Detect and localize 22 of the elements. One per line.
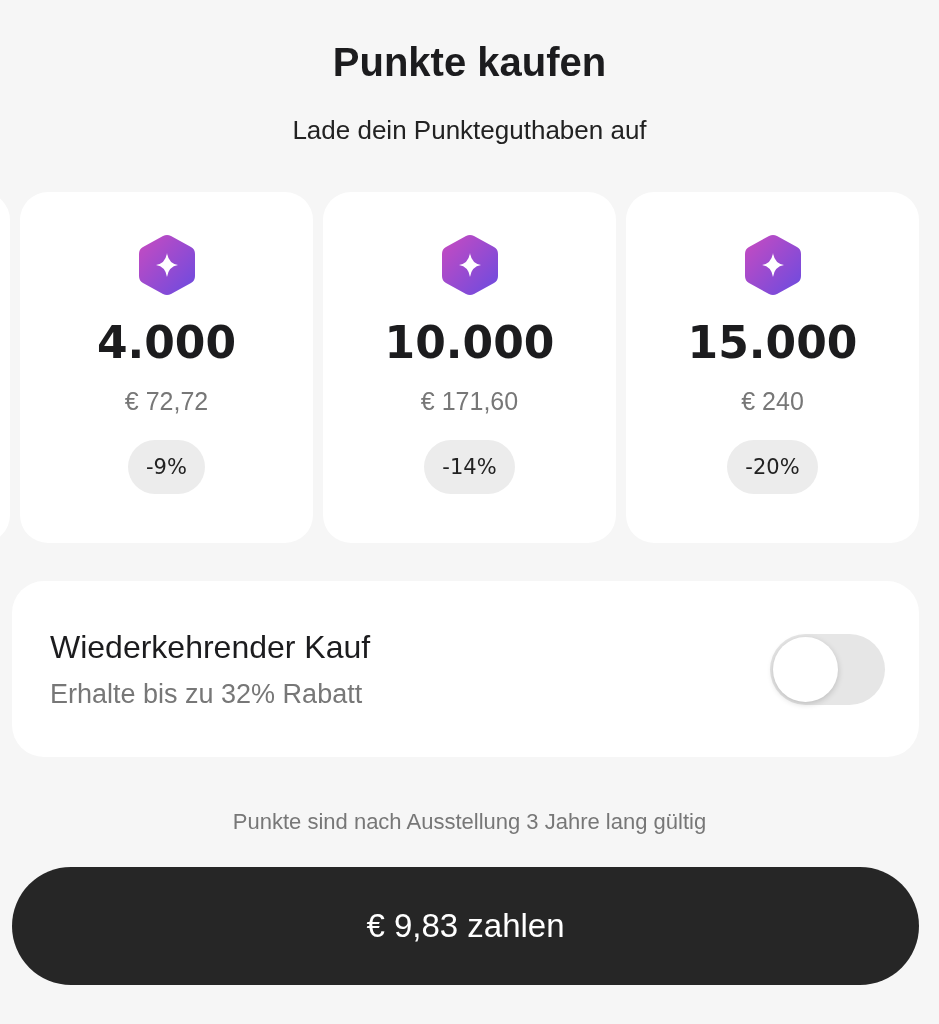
points-package-card[interactable]: 4.000 € 72,72 -9% — [20, 192, 313, 543]
discount-badge: -9% — [128, 440, 205, 494]
page-title: Punkte kaufen — [331, 39, 608, 86]
package-price: € 72,72 — [124, 386, 209, 417]
sparkle-hexagon-icon — [138, 234, 195, 296]
page-subtitle: Lade dein Punkteguthaben auf — [291, 114, 648, 147]
discount-badge: -20% — [727, 440, 818, 494]
points-amount: 10.000 — [384, 316, 555, 370]
package-price: € 171,60 — [420, 386, 519, 417]
points-amount: 4.000 — [96, 316, 237, 370]
points-package-card[interactable]: 15.000 € 240 -20% — [626, 192, 919, 543]
recurring-title: Wiederkehrender Kauf — [50, 628, 371, 667]
recurring-subtitle: Erhalte bis zu 32% Rabatt — [50, 678, 364, 711]
sparkle-hexagon-icon — [441, 234, 498, 296]
discount-badge: -14% — [424, 440, 515, 494]
sparkle-hexagon-icon — [744, 234, 801, 296]
points-amount: 15.000 — [687, 316, 858, 370]
validity-note: Punkte sind nach Ausstellung 3 Jahre lang gültig — [231, 808, 708, 836]
pay-button[interactable]: € 9,83 zahlen — [12, 867, 919, 985]
recurring-toggle[interactable] — [770, 633, 885, 705]
points-package-card[interactable]: 10.000 € 171,60 -14% — [323, 192, 616, 543]
package-price: € 240 — [741, 386, 804, 417]
